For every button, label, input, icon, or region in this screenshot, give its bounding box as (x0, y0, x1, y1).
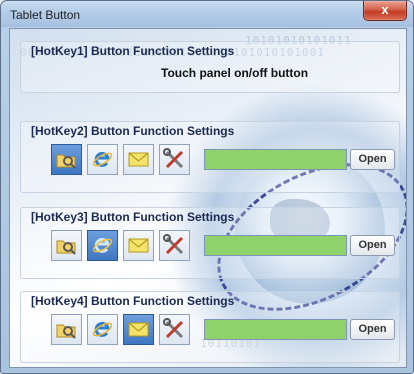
hotkey4-open-button[interactable]: Open (350, 319, 395, 340)
mail-envelope-icon (128, 238, 149, 253)
close-button[interactable]: x (363, 1, 407, 21)
hotkey1-description: Touch panel on/off button (161, 66, 309, 80)
internet-explorer-icon (92, 237, 113, 253)
hotkey4-explorer-option[interactable] (51, 314, 82, 345)
explorer-folder-icon (56, 154, 76, 169)
tools-icon (163, 318, 184, 339)
hotkey3-explorer-option[interactable] (51, 230, 82, 261)
hotkey3-mail-option[interactable] (123, 230, 154, 261)
hotkey2-group-title: [HotKey2] Button Function Settings (31, 124, 235, 138)
tools-icon (163, 234, 184, 255)
hotkey3-ie-option[interactable] (87, 230, 118, 261)
settings-panel: 10101010101011 0000001001001011010101101… (9, 28, 407, 368)
internet-explorer-icon (92, 151, 113, 167)
mail-envelope-icon (128, 152, 149, 167)
hotkey1-group-title: [HotKey1] Button Function Settings (31, 44, 235, 58)
internet-explorer-icon (92, 321, 113, 337)
hotkey2-open-button[interactable]: Open (350, 149, 395, 170)
tools-icon (163, 148, 184, 169)
hotkey2-explorer-option[interactable] (51, 144, 82, 175)
hotkey3-group: [HotKey3] Button Function Settings Open (20, 207, 400, 279)
title-bar[interactable]: Tablet Button x (1, 1, 413, 27)
tablet-button-window: Tablet Button x 10101010101011 000000100… (0, 0, 414, 374)
hotkey2-mail-option[interactable] (123, 144, 154, 175)
hotkey2-group: [HotKey2] Button Function Settings Open (20, 121, 400, 193)
hotkey4-group: [HotKey4] Button Function Settings Open (20, 291, 400, 363)
hotkey3-tools-option[interactable] (159, 230, 190, 261)
hotkey2-path-field[interactable] (204, 149, 347, 170)
hotkey2-tools-option[interactable] (159, 144, 190, 175)
hotkey4-ie-option[interactable] (87, 314, 118, 345)
window-title: Tablet Button (10, 8, 81, 22)
explorer-folder-icon (56, 324, 76, 339)
hotkey3-group-title: [HotKey3] Button Function Settings (31, 210, 235, 224)
hotkey2-ie-option[interactable] (87, 144, 118, 175)
hotkey4-group-title: [HotKey4] Button Function Settings (31, 294, 235, 308)
hotkey4-tools-option[interactable] (159, 314, 190, 345)
mail-envelope-icon (128, 322, 149, 337)
hotkey4-path-field[interactable] (204, 319, 347, 340)
hotkey4-mail-option[interactable] (123, 314, 154, 345)
hotkey1-group: [HotKey1] Button Function Settings Touch… (20, 41, 400, 93)
hotkey3-path-field[interactable] (204, 235, 347, 256)
explorer-folder-icon (56, 240, 76, 255)
hotkey3-open-button[interactable]: Open (350, 235, 395, 256)
